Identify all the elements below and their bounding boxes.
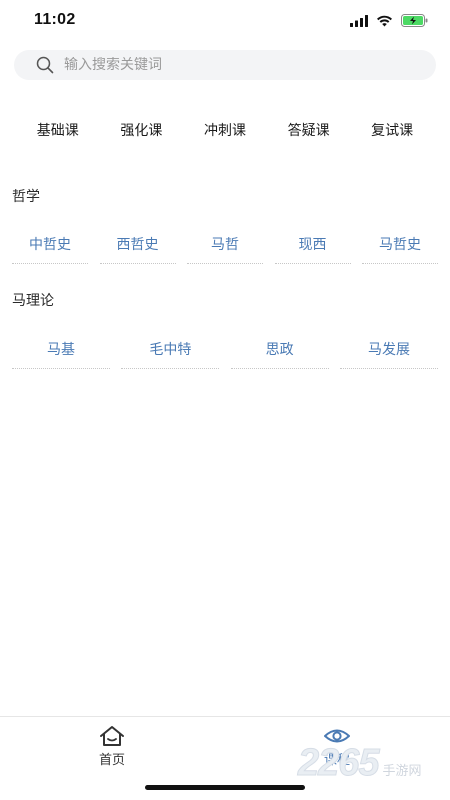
watermark: 2265 手游网 <box>298 742 422 785</box>
course-item[interactable]: 马哲 <box>187 224 263 264</box>
wifi-icon <box>377 15 392 26</box>
category-sprint[interactable]: 冲刺课 <box>183 120 267 140</box>
course-list-philosophy: 中哲史 西哲史 马哲 现西 马哲史 <box>12 224 438 264</box>
course-item[interactable]: 中哲史 <box>12 224 88 264</box>
category-tabs: 基础课 强化课 冲刺课 答疑课 复试课 <box>16 120 434 140</box>
search-input[interactable] <box>64 57 384 73</box>
course-item[interactable]: 思政 <box>230 329 329 369</box>
status-time: 11:02 <box>34 11 76 28</box>
section-title-philosophy: 哲学 <box>12 189 40 205</box>
course-item[interactable]: 马哲史 <box>362 224 438 264</box>
course-item[interactable]: 马发展 <box>339 329 438 369</box>
course-list-marxist-theory: 马基 毛中特 思政 马发展 <box>12 329 438 369</box>
section-title-marxist-theory: 马理论 <box>12 293 54 309</box>
category-retest[interactable]: 复试课 <box>350 120 434 140</box>
course-item[interactable]: 马基 <box>12 329 110 369</box>
status-indicators <box>350 14 428 27</box>
status-bar: 11:02 <box>0 0 450 44</box>
course-item[interactable]: 现西 <box>274 224 351 264</box>
watermark-text: 手游网 <box>382 764 422 779</box>
search-bar[interactable] <box>14 50 436 80</box>
tab-home-label: 首页 <box>98 753 125 768</box>
battery-charging-icon <box>401 14 428 27</box>
watermark-logo: 2265 <box>298 742 381 785</box>
tab-home[interactable]: 首页 <box>72 725 152 768</box>
category-basic[interactable]: 基础课 <box>16 120 100 140</box>
cellular-signal-icon <box>350 14 368 27</box>
search-icon <box>36 56 54 74</box>
category-qa[interactable]: 答疑课 <box>267 120 351 140</box>
home-indicator[interactable] <box>145 785 305 790</box>
category-intensive[interactable]: 强化课 <box>100 120 184 140</box>
course-item[interactable]: 西哲史 <box>99 224 176 264</box>
course-item[interactable]: 毛中特 <box>121 329 220 369</box>
home-icon <box>100 726 124 746</box>
